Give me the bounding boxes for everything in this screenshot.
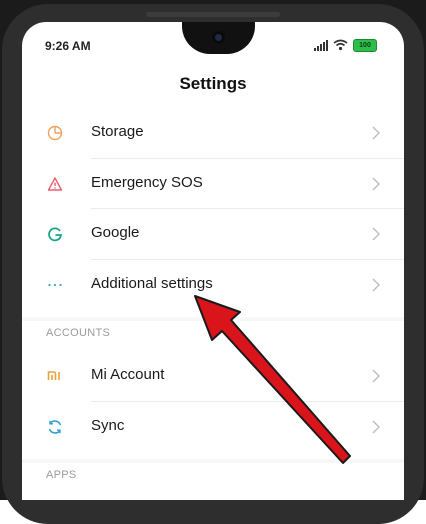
settings-item-label: Emergency SOS — [91, 174, 203, 191]
storage-icon — [46, 124, 64, 142]
battery-level: 100 — [359, 41, 371, 49]
mi-account-icon — [46, 367, 64, 385]
chevron-right-icon — [372, 177, 380, 191]
settings-screen: 9:26 AM 100 Settings Storage Emergency S… — [22, 22, 404, 500]
chevron-right-icon — [372, 420, 380, 434]
sync-icon — [46, 418, 64, 436]
page-title: Settings — [179, 74, 247, 93]
status-icons: 100 — [314, 38, 377, 52]
settings-item-label: Mi Account — [91, 366, 165, 383]
chevron-right-icon — [372, 227, 380, 241]
google-icon — [46, 225, 64, 243]
settings-item-storage[interactable]: Storage — [22, 108, 404, 158]
more-dots-icon — [46, 276, 64, 294]
section-separator — [22, 317, 404, 321]
section-header-accounts: ACCOUNTS — [46, 327, 111, 339]
settings-item-mi-account[interactable]: Mi Account — [22, 351, 404, 401]
settings-item-sync[interactable]: Sync — [22, 402, 404, 452]
signal-icon — [314, 39, 328, 51]
settings-item-label: Sync — [91, 417, 125, 434]
status-time: 9:26 AM — [45, 39, 91, 53]
section-separator — [22, 459, 404, 463]
emergency-sos-icon — [46, 175, 64, 193]
status-bar: 9:26 AM 100 — [22, 22, 404, 66]
battery-icon: 100 — [353, 38, 377, 52]
settings-item-label: Additional settings — [91, 275, 213, 292]
earpiece-speaker — [146, 12, 280, 17]
settings-item-google[interactable]: Google — [22, 209, 404, 259]
chevron-right-icon — [372, 278, 380, 292]
section-header-apps: APPS — [46, 469, 77, 481]
settings-item-label: Storage — [91, 123, 144, 140]
wifi-icon — [333, 39, 348, 51]
settings-item-emergency-sos[interactable]: Emergency SOS — [22, 159, 404, 209]
chevron-right-icon — [372, 369, 380, 383]
settings-item-additional-settings[interactable]: Additional settings — [22, 260, 404, 310]
settings-item-label: Google — [91, 224, 140, 241]
chevron-right-icon — [372, 126, 380, 140]
